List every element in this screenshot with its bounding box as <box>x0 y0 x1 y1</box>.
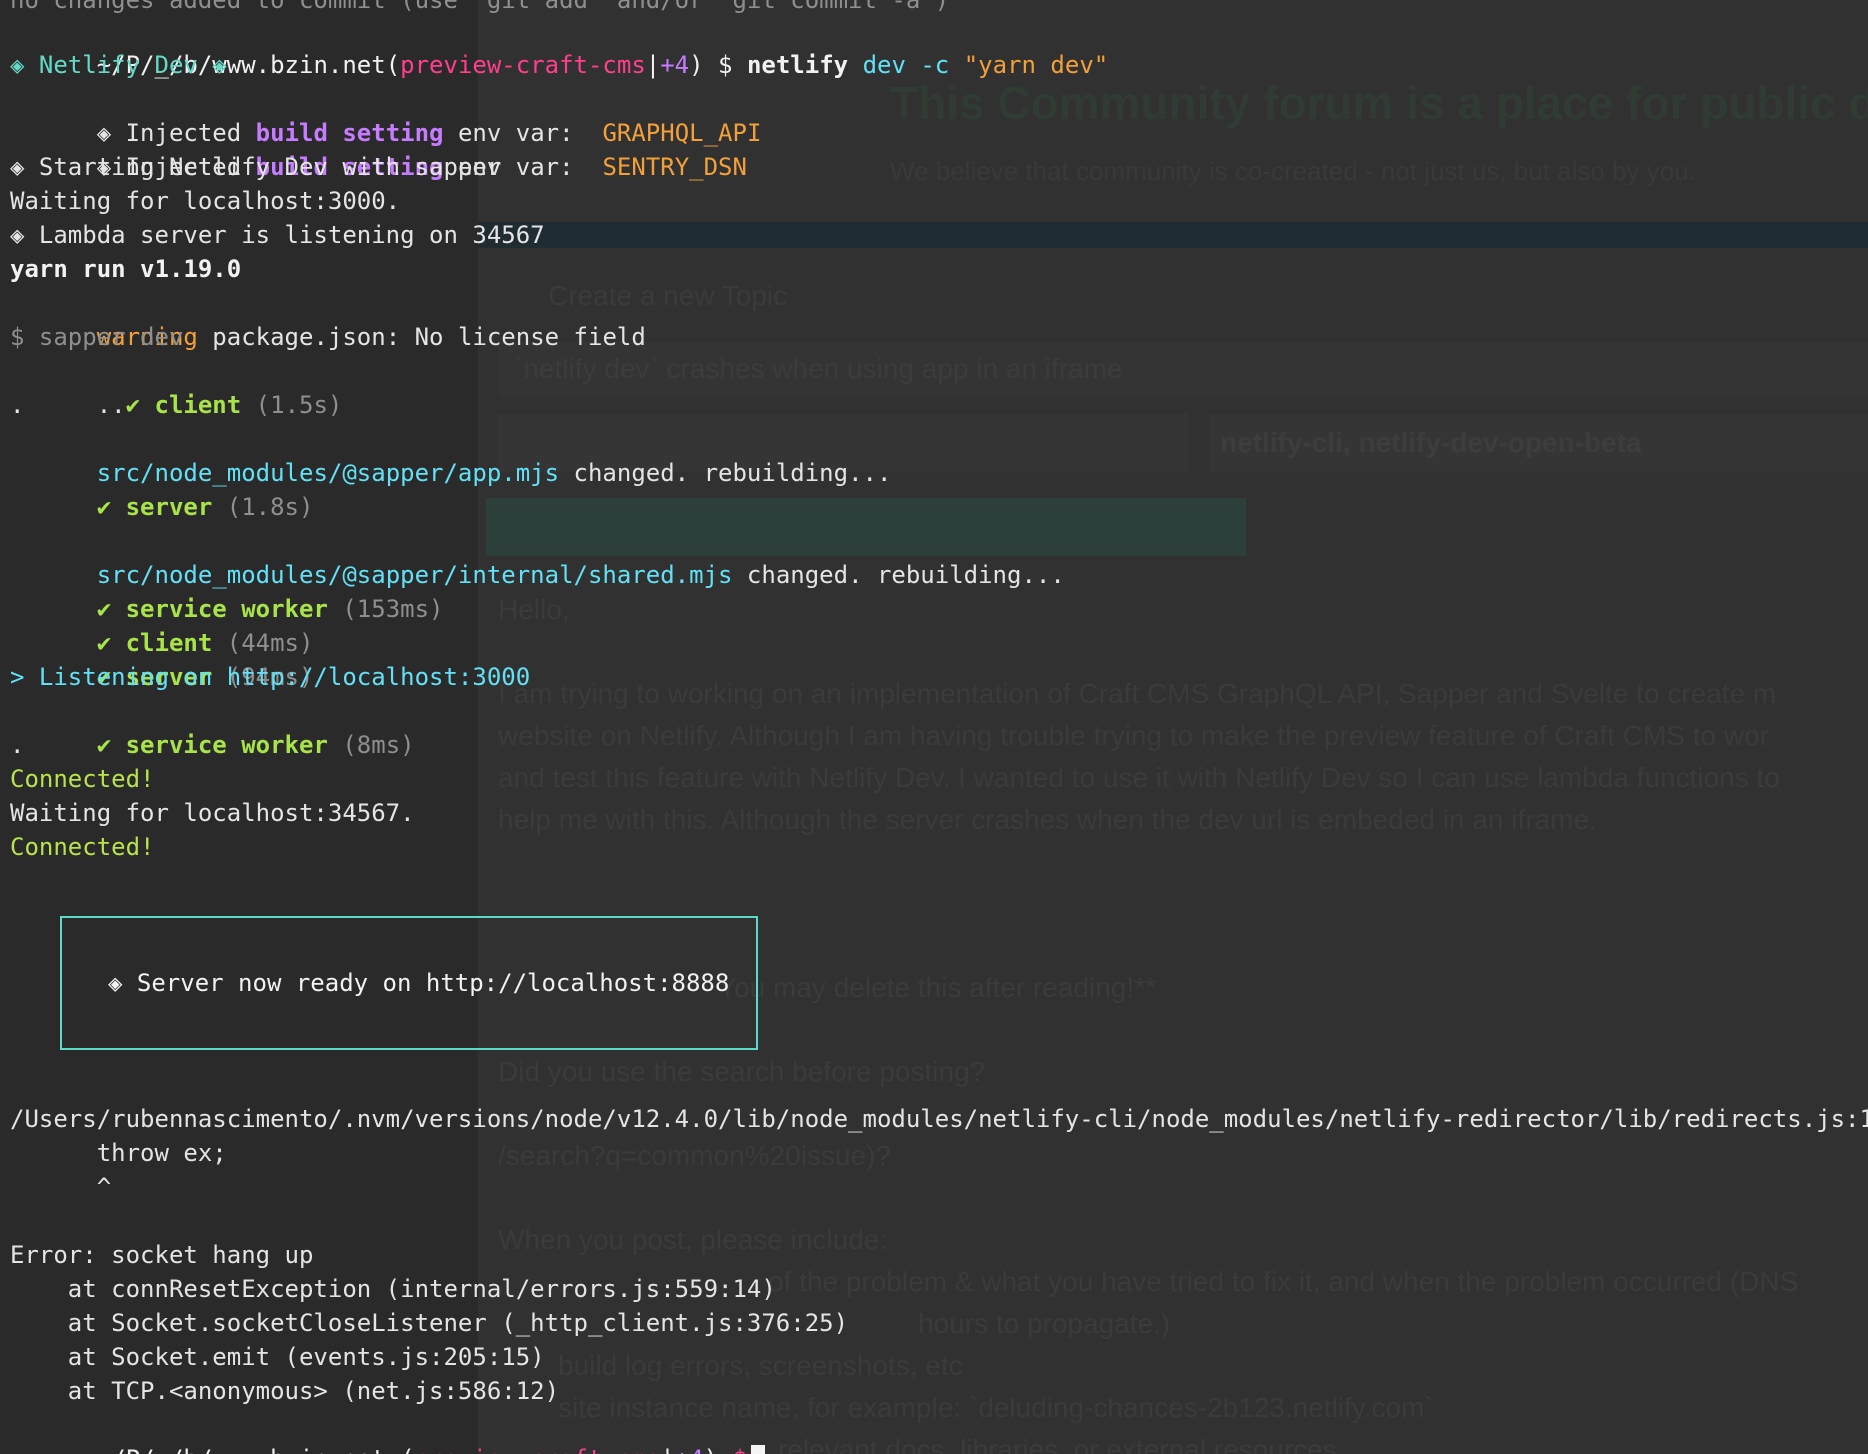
terminal-line-server-first: ✔ server (1.8s) <box>10 456 314 521</box>
terminal-line-changed-app: src/node_modules/@sapper/app.mjs changed… <box>10 422 892 487</box>
terminal-line-dot: . <box>10 731 25 759</box>
build-target-name: server <box>111 493 213 521</box>
build-target-name: client <box>140 391 242 419</box>
terminal-line-injected-graphql: ◈ Injected build setting env var: GRAPHQ… <box>10 82 762 147</box>
prompt-branch: preview-craft-cms <box>400 51 646 79</box>
terminal-line-command: ~/P/_/b/www.bzin.net(preview-craft-cms|+… <box>10 14 1109 79</box>
checkmark-icon: ✔ <box>96 731 112 759</box>
prompt-ahead: +4 <box>660 51 690 79</box>
prompt-ahead: +4 <box>675 1445 704 1454</box>
changed-text: changed. rebuilding... <box>559 459 892 487</box>
progress-dots: .. <box>96 391 126 419</box>
terminal-line-stack-frame: at TCP.<anonymous> (net.js:586:12) <box>10 1377 560 1405</box>
checkmark-icon: ✔ <box>96 493 112 521</box>
prompt-sep: | <box>645 51 661 79</box>
prompt-branch: preview-craft-cms <box>415 1445 661 1454</box>
prompt-paren-close: ) <box>704 1445 733 1454</box>
build-time: (1.5s) <box>241 391 343 419</box>
build-time: (1.8s) <box>212 493 314 521</box>
terminal-line-changed-shared: src/node_modules/@sapper/internal/shared… <box>10 524 1065 589</box>
terminal-line-dot: . <box>10 391 25 419</box>
terminal-line-injected-sentry: ◈ Injected build setting env var: SENTRY… <box>10 116 747 181</box>
terminal-line-service-worker: ✔ service worker (8ms) <box>10 694 415 759</box>
changed-text: changed. rebuilding... <box>732 561 1065 589</box>
terminal-line-sapper-dev: $ sapper dev <box>10 323 184 351</box>
env-var-name: SENTRY_DSN <box>602 153 747 181</box>
build-time: (153ms) <box>327 595 444 623</box>
terminal-line-build-item: ✔ service worker (153ms) <box>10 558 444 623</box>
terminal-line-yarn-run: yarn run v1.19.0 <box>10 255 242 283</box>
server-ready-text: ◈ Server now ready on http://localhost:8… <box>108 969 730 997</box>
checkmark-icon: ✔ <box>125 391 141 419</box>
terminal-line-starting: ◈ Starting Netlify Dev with sapper <box>10 153 502 181</box>
build-target-name: service worker <box>111 731 328 759</box>
terminal-cursor-icon[interactable] <box>750 1445 765 1454</box>
netlify-dev-banner: ◈ Netlify Dev ◈ <box>10 51 227 79</box>
terminal-line-waiting-34567: Waiting for localhost:34567. <box>10 799 415 827</box>
terminal-line-stack-frame: at Socket.emit (events.js:205:15) <box>10 1343 545 1371</box>
terminal-line-warning: warning package.json: No license field <box>10 286 646 351</box>
terminal-line-caret: ^ <box>10 1173 112 1201</box>
terminal-line-build-item: ✔ server (94ms) <box>10 626 314 691</box>
terminal-line-connected: Connected! <box>10 765 155 793</box>
prompt-paren-close: ) <box>689 51 719 79</box>
terminal-line-stack-frame: at connResetException (internal/errors.j… <box>10 1275 776 1303</box>
warning-text: package.json: No license field <box>197 323 646 351</box>
terminal-line-build-item: ✔ client (44ms) <box>10 592 314 657</box>
terminal-line-throw: throw ex; <box>10 1139 227 1167</box>
terminal-line-connected: Connected! <box>10 833 155 861</box>
terminal-line-client-first: ..✔ client (1.5s) <box>10 354 343 419</box>
server-ready-box: ◈ Server now ready on http://localhost:8… <box>60 916 758 1050</box>
prompt-paren-open: ( <box>386 1445 414 1454</box>
terminal-line-lambda: ◈ Lambda server is listening on 34567 <box>10 221 545 249</box>
prompt-sep: | <box>660 1445 674 1454</box>
terminal-line-error: Error: socket hang up <box>10 1241 314 1269</box>
prompt-symbol: $ <box>718 51 733 79</box>
terminal-line-listening: > Listening on http://localhost:3000 <box>10 663 531 691</box>
command-args: dev -c <box>862 51 950 79</box>
terminal-line-waiting-3000: Waiting for localhost:3000. <box>10 187 401 215</box>
prompt-path: ~/P/_/b/www.bzin.net <box>97 1445 386 1454</box>
prompt-symbol: $ <box>733 1445 747 1454</box>
desktop-screen: This Community forum is a place for publ… <box>0 0 1868 1454</box>
build-time: (8ms) <box>327 731 415 759</box>
terminal-window[interactable]: no changes added to commit (use "git add… <box>0 0 1868 1454</box>
terminal-line-prompt[interactable]: ~/P/_/b/www.bzin.net (preview-craft-cms|… <box>10 1408 765 1454</box>
terminal-line-stack-path: /Users/rubennascimento/.nvm/versions/nod… <box>10 1105 1868 1133</box>
prompt-paren-open: ( <box>385 51 401 79</box>
command-name: netlify <box>746 51 849 79</box>
terminal-line-stack-frame: at Socket.socketCloseListener (_http_cli… <box>10 1309 849 1337</box>
command-quoted: "yarn dev" <box>963 51 1109 79</box>
